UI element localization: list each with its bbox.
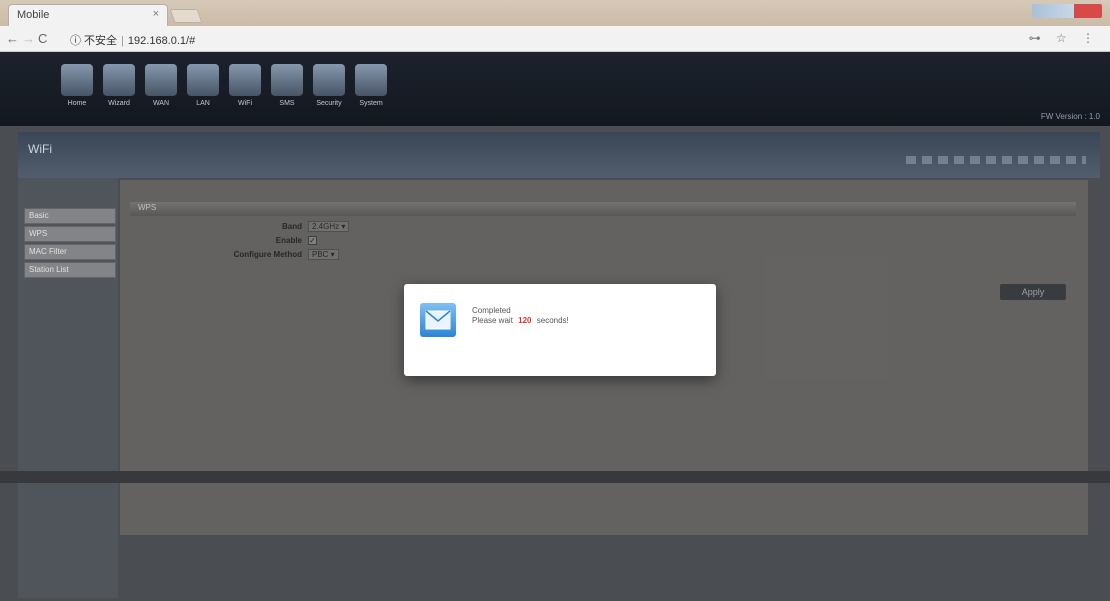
message-suffix: seconds! <box>536 316 569 325</box>
browser-tab[interactable]: Mobile × <box>8 4 168 26</box>
window-controls[interactable] <box>1032 4 1102 18</box>
countdown-value: 120 <box>518 316 532 325</box>
tab-close-icon[interactable]: × <box>153 8 159 20</box>
dialog-message: Completed Please wait 120 seconds! <box>472 306 569 326</box>
back-icon[interactable]: ← <box>6 31 19 46</box>
reload-icon[interactable]: C <box>38 31 47 46</box>
url-text: 192.168.0.1/# <box>127 35 196 47</box>
forward-icon[interactable]: → <box>22 31 35 46</box>
address-bar[interactable]: ⓘ 不安全 | 192.168.0.1/# <box>64 30 1064 48</box>
new-tab-button[interactable] <box>169 9 203 23</box>
toolbar-icons[interactable]: ⊶ ☆ ⋮ <box>1029 31 1100 45</box>
envelope-icon <box>420 303 456 337</box>
tab-title: Mobile <box>17 9 50 21</box>
message-prefix: Please wait <box>472 316 513 325</box>
wait-dialog: Completed Please wait 120 seconds! <box>404 284 716 376</box>
browser-tabbar: Mobile × <box>0 0 1110 26</box>
browser-toolbar: ← → C ⓘ 不安全 | 192.168.0.1/# ⊶ ☆ ⋮ <box>0 26 1110 52</box>
security-indicator[interactable]: ⓘ 不安全 <box>70 35 117 47</box>
dialog-title: Completed <box>472 306 511 315</box>
